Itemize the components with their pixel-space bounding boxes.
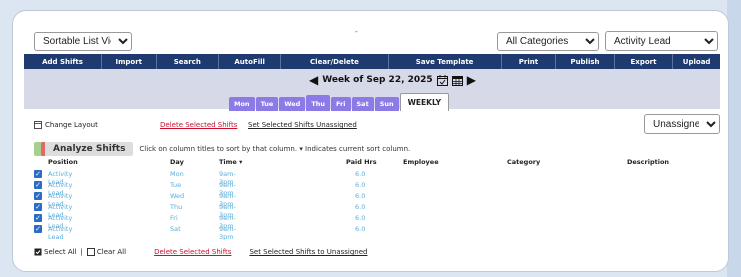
checked-box-icon [34,248,42,256]
analyze-bar: Analyze Shifts Click on column titles to… [34,142,410,156]
cell-paid-hrs: 6.0 [355,170,366,178]
change-layout-link[interactable]: Change Layout [34,121,98,129]
col-header-position[interactable]: Position [48,158,78,166]
col-header-employee[interactable]: Employee [403,158,439,166]
set-unassigned-link[interactable]: Set Selected Shifts Unassigned [248,121,357,129]
row-checkbox[interactable]: ✓ [34,203,42,211]
tab-mon[interactable]: Mon [229,97,255,111]
row-checkbox[interactable]: ✓ [34,225,42,233]
cell-paid-hrs: 6.0 [355,225,366,233]
select-all-label: Select All [44,248,77,256]
empty-box-icon [86,248,95,256]
row-checkbox[interactable]: ✓ [34,181,42,189]
tab-thu[interactable]: Thu [306,95,331,111]
arrow-right-icon[interactable]: ▶ [467,73,476,87]
publish-button[interactable]: Publish [556,54,615,69]
cell-day: Thu [170,203,183,211]
set-unassigned-bottom-link[interactable]: Set Selected Shifts to Unassigned [249,248,367,256]
col-header-time[interactable]: Time ▾ [219,158,242,166]
action-navbar: Add Shifts Import Search AutoFill Clear/… [24,54,720,69]
category-select[interactable]: All Categories [497,32,599,51]
autofill-button[interactable]: AutoFill [219,54,282,69]
position-filter-select[interactable]: Activity Lead [605,31,718,51]
sort-instructions: Click on column titles to sort by that c… [139,145,411,153]
week-label: Week of Sep 22, 2025 [322,75,433,85]
assign-select[interactable]: Unassigned [644,114,720,134]
tab-sun[interactable]: Sun [374,97,399,111]
arrow-left-icon[interactable]: ◀ [309,73,318,87]
cell-position: Activity Lead [48,225,73,241]
week-navigation: ◀ Week of Sep 22, 2025 ▶ Mon Tue Wed Thu… [24,69,720,111]
cell-paid-hrs: 6.0 [355,203,366,211]
view-select[interactable]: Sortable List View [34,32,132,51]
select-all-link[interactable]: Select All [34,248,77,256]
row-checkbox[interactable]: ✓ [34,170,42,178]
cell-day: Fri [170,214,178,222]
search-button[interactable]: Search [157,54,219,69]
calendar-grid-icon[interactable] [451,75,463,86]
tab-fri[interactable]: Fri [331,97,351,111]
cell-day: Wed [170,192,185,200]
add-shifts-button[interactable]: Add Shifts [24,54,102,69]
cell-paid-hrs: 6.0 [355,192,366,200]
row-checkbox[interactable]: ✓ [34,214,42,222]
col-header-day[interactable]: Day [170,158,184,166]
import-button[interactable]: Import [102,54,157,69]
calendar-check-icon[interactable] [436,74,448,86]
cell-time: 9am-3pm [219,225,236,241]
upload-button[interactable]: Upload [673,54,720,69]
clear-all-label: Clear All [96,248,127,256]
tab-wed[interactable]: Wed [279,97,306,111]
tab-tue[interactable]: Tue [255,97,279,111]
col-header-description[interactable]: Description [627,158,669,166]
separator-dash: - [355,27,358,36]
tab-sat[interactable]: Sat [351,97,374,111]
cell-day: Mon [170,170,184,178]
bottom-actions: Select All | Clear All Delete Selected S… [34,248,367,256]
change-layout-label: Change Layout [45,121,98,129]
cell-paid-hrs: 6.0 [355,214,366,222]
clear-all-link[interactable]: Clear All [86,248,127,256]
bottom-separator: | [80,248,83,256]
save-template-button[interactable]: Save Template [389,54,502,69]
row-checkbox[interactable]: ✓ [34,192,42,200]
col-header-paid-hrs[interactable]: Paid Hrs [346,158,377,166]
delete-selected-shifts-bottom-link[interactable]: Delete Selected Shifts [154,248,231,256]
day-tabs: Mon Tue Wed Thu Fri Sat Sun WEEKLY [229,93,449,111]
week-selector: ◀ Week of Sep 22, 2025 ▶ [309,73,476,87]
layout-icon [34,121,42,129]
side-strip [727,0,741,277]
schedule-panel: - Sortable List View All Categories Acti… [12,10,729,272]
cell-paid-hrs: 6.0 [355,181,366,189]
clear-delete-button[interactable]: Clear/Delete [281,54,389,69]
export-button[interactable]: Export [615,54,674,69]
print-button[interactable]: Print [502,54,557,69]
tab-weekly[interactable]: WEEKLY [399,93,449,111]
analyze-shifts-button[interactable]: Analyze Shifts [41,142,134,156]
cell-day: Sat [170,225,181,233]
col-header-category[interactable]: Category [507,158,540,166]
delete-selected-shifts-link[interactable]: Delete Selected Shifts [160,121,237,129]
cell-day: Tue [170,181,182,189]
